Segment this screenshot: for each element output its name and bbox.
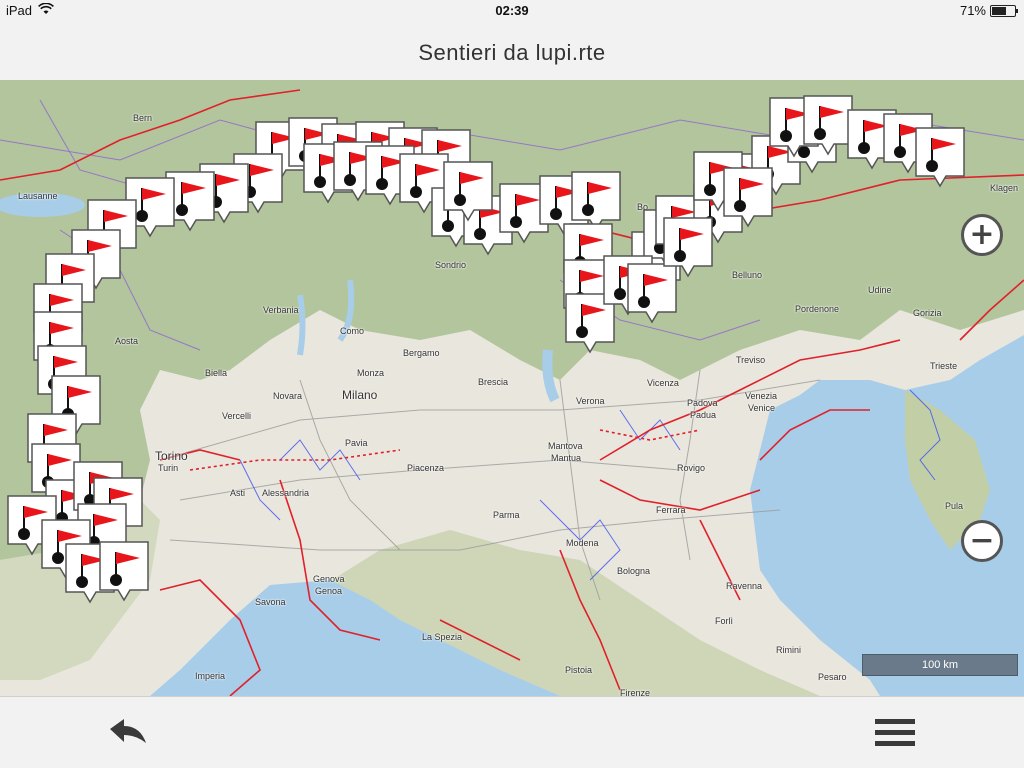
zoom-in-button[interactable]: + bbox=[961, 214, 1003, 256]
page-title: Sentieri da lupi.rte bbox=[418, 40, 606, 65]
place-venice: Venice bbox=[748, 403, 776, 413]
place-piacenza: Piacenza bbox=[407, 463, 445, 473]
place-sondrio: Sondrio bbox=[435, 260, 467, 270]
place-pula: Pula bbox=[945, 501, 964, 511]
title-bar: Sentieri da lupi.rte bbox=[0, 22, 1024, 80]
route-start-marker[interactable] bbox=[660, 214, 716, 282]
place-pistoia: Pistoia bbox=[565, 665, 593, 675]
place-bergamo: Bergamo bbox=[403, 348, 440, 358]
place-torino: Torino bbox=[155, 449, 188, 463]
route-start-marker[interactable] bbox=[720, 164, 776, 232]
place-klagenfurt: Klagen bbox=[990, 183, 1019, 193]
place-mantua: Mantua bbox=[551, 453, 582, 463]
place-genova: Genova bbox=[313, 574, 345, 584]
scale-bar: 100 km bbox=[862, 654, 1018, 676]
route-start-marker[interactable] bbox=[96, 538, 152, 606]
start-flag-marker-icon bbox=[723, 167, 773, 228]
place-firenze: Firenze bbox=[620, 688, 651, 696]
start-flag-marker-icon bbox=[663, 217, 713, 278]
place-treviso: Treviso bbox=[736, 355, 766, 365]
lake-maggiore bbox=[297, 294, 306, 356]
place-verbania: Verbania bbox=[263, 305, 299, 315]
start-flag-marker-icon bbox=[443, 161, 493, 222]
place-aosta: Aosta bbox=[115, 336, 139, 346]
place-brescia: Brescia bbox=[478, 377, 509, 387]
place-biella: Biella bbox=[205, 368, 228, 378]
clock: 02:39 bbox=[495, 3, 529, 18]
route-start-marker[interactable] bbox=[440, 158, 496, 226]
place-imperia: Imperia bbox=[195, 671, 226, 681]
hamburger-menu-icon bbox=[875, 719, 915, 746]
minus-icon: − bbox=[969, 523, 995, 558]
status-bar: iPad 02:39 71% bbox=[0, 0, 1024, 22]
start-flag-marker-icon bbox=[99, 541, 149, 602]
place-alessandria: Alessandria bbox=[262, 488, 310, 498]
place-savona: Savona bbox=[255, 597, 286, 607]
place-rovigo: Rovigo bbox=[677, 463, 706, 473]
back-button[interactable] bbox=[100, 713, 156, 753]
start-flag-marker-icon bbox=[915, 127, 965, 188]
map-view[interactable]: Bern Lausanne Aosta Biella Verbania Como… bbox=[0, 80, 1024, 696]
place-belluno: Belluno bbox=[732, 270, 763, 280]
place-vicenza: Vicenza bbox=[647, 378, 679, 388]
place-asti: Asti bbox=[230, 488, 246, 498]
plus-icon: + bbox=[969, 217, 995, 252]
place-vercelli: Vercelli bbox=[222, 411, 252, 421]
place-monza: Monza bbox=[357, 368, 385, 378]
place-rimini: Rimini bbox=[776, 645, 802, 655]
place-como: Como bbox=[340, 326, 365, 336]
place-forli: Forlì bbox=[715, 616, 733, 626]
place-novara: Novara bbox=[273, 391, 303, 401]
place-padua: Padua bbox=[690, 410, 717, 420]
place-udine: Udine bbox=[868, 285, 892, 295]
place-verona: Verona bbox=[576, 396, 605, 406]
route-start-marker[interactable] bbox=[912, 124, 968, 192]
place-venezia: Venezia bbox=[745, 391, 778, 401]
place-pesaro: Pesaro bbox=[818, 672, 847, 682]
place-genoa: Genoa bbox=[315, 586, 343, 596]
battery-percent: 71% bbox=[959, 3, 986, 18]
place-gorizia: Gorizia bbox=[913, 308, 942, 318]
place-turin: Turin bbox=[158, 463, 179, 473]
place-laspezia: La Spezia bbox=[422, 632, 463, 642]
place-mantova: Mantova bbox=[548, 441, 583, 451]
status-right: 71% bbox=[959, 3, 1018, 18]
place-modena: Modena bbox=[566, 538, 599, 548]
place-milano: Milano bbox=[342, 388, 378, 402]
place-pordenone: Pordenone bbox=[795, 304, 840, 314]
place-bern: Bern bbox=[133, 113, 153, 123]
place-parma: Parma bbox=[493, 510, 520, 520]
place-padova: Padova bbox=[687, 398, 718, 408]
place-trieste: Trieste bbox=[930, 361, 958, 371]
menu-button[interactable] bbox=[870, 715, 920, 751]
place-bologna: Bologna bbox=[617, 566, 651, 576]
place-lausanne: Lausanne bbox=[18, 191, 58, 201]
battery-icon bbox=[990, 4, 1018, 17]
zoom-out-button[interactable]: − bbox=[961, 520, 1003, 562]
back-arrow-icon bbox=[110, 719, 146, 743]
bottom-toolbar bbox=[0, 696, 1024, 768]
place-pavia: Pavia bbox=[345, 438, 368, 448]
place-ravenna: Ravenna bbox=[726, 581, 763, 591]
place-ferrara: Ferrara bbox=[656, 505, 686, 515]
